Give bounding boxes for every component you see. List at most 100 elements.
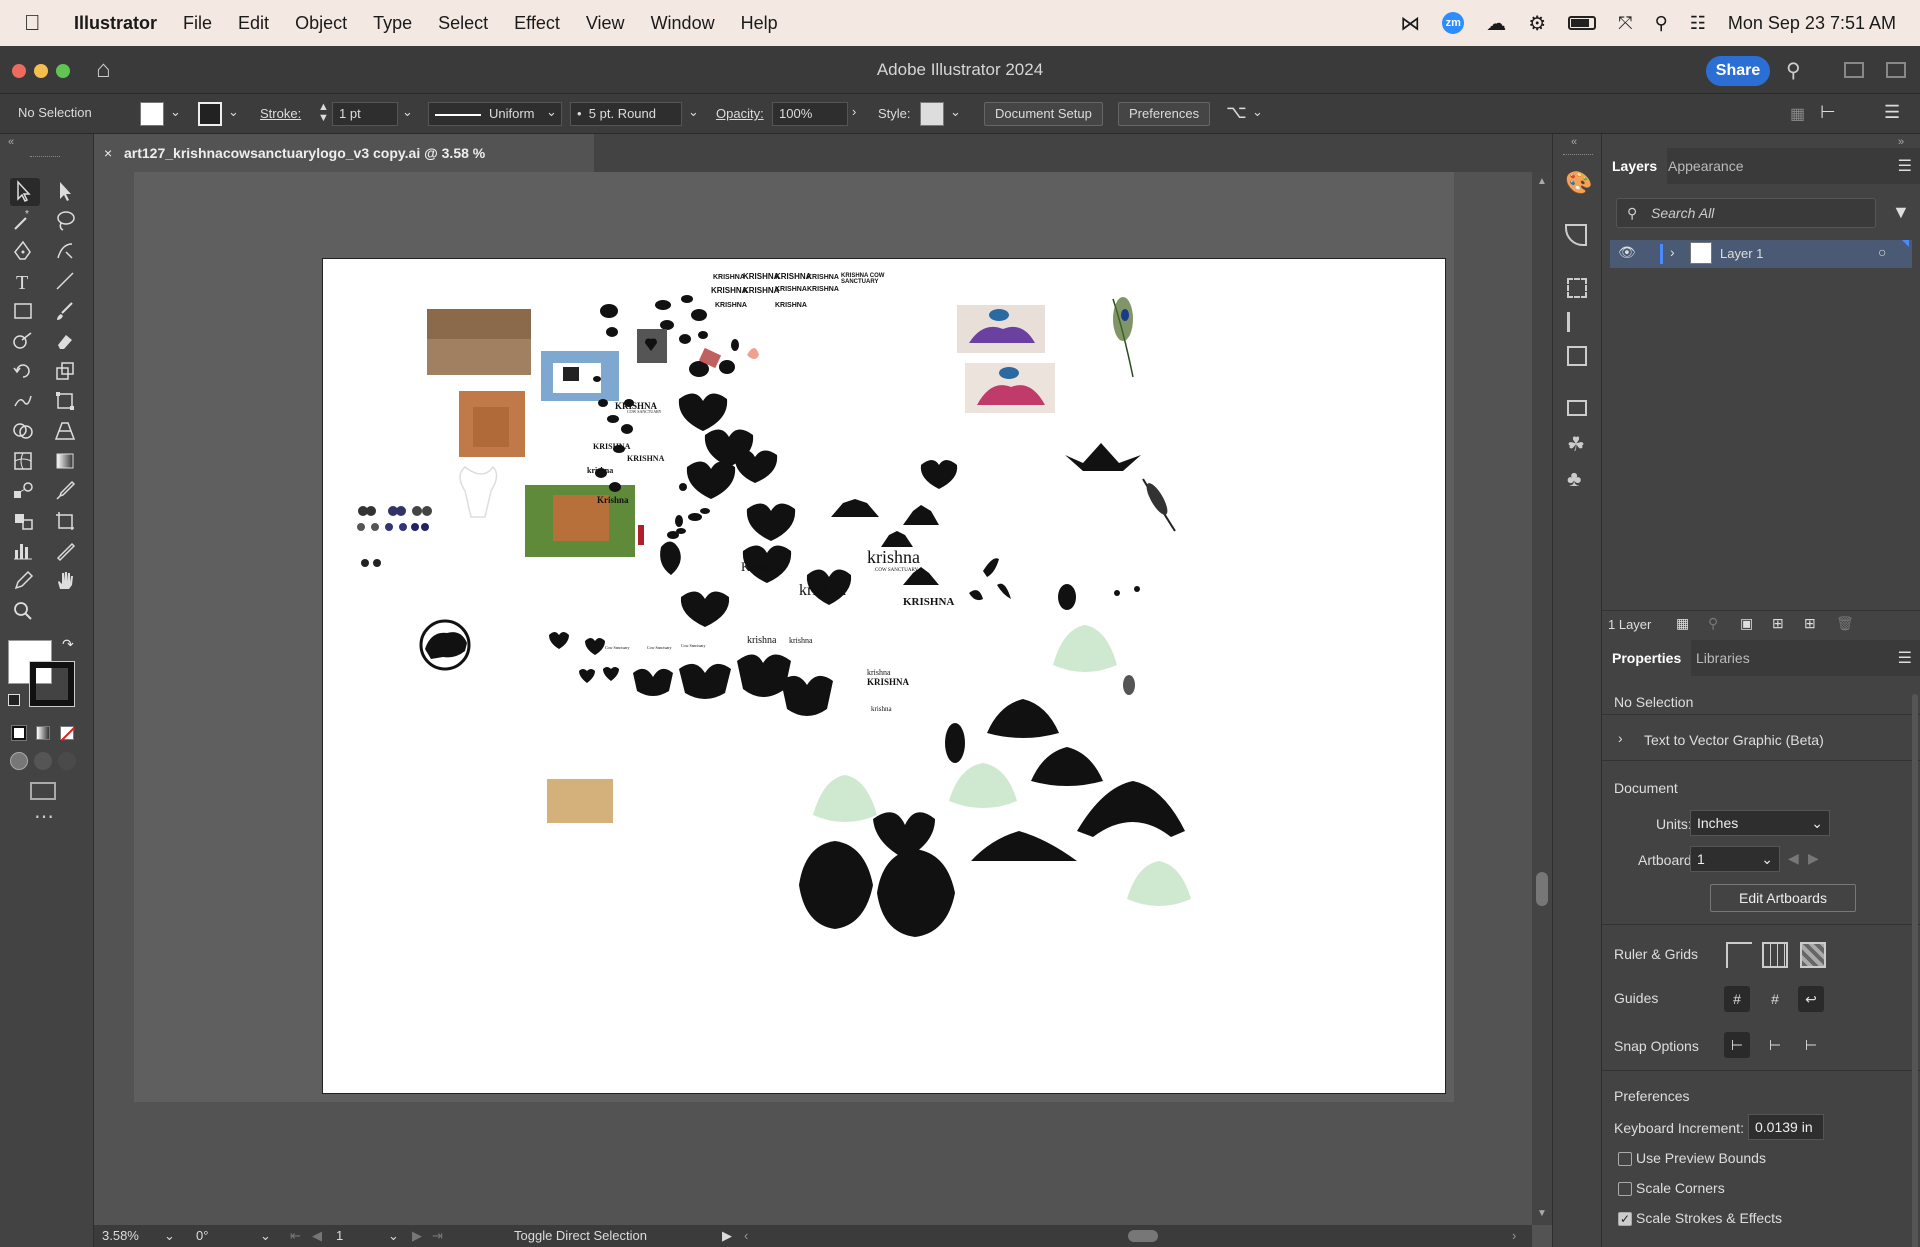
draw-normal-icon[interactable] xyxy=(10,752,28,770)
stroke-color-box[interactable] xyxy=(29,661,75,707)
default-fill-stroke-icon[interactable] xyxy=(8,694,20,706)
pen-tool-icon[interactable] xyxy=(10,238,40,266)
distribute-icon[interactable]: ⊢ xyxy=(1820,102,1836,123)
expand-text-to-vector-chevron-icon[interactable]: › xyxy=(1618,730,1623,746)
layers-panel-menu-icon[interactable]: ☰ xyxy=(1898,156,1912,176)
shape-builder-tool-icon[interactable] xyxy=(10,418,40,446)
scale-corners-checkbox[interactable] xyxy=(1618,1182,1632,1196)
make-clipping-mask-icon[interactable]: ▣ xyxy=(1740,615,1753,632)
snap-to-point-icon[interactable]: ⊢ xyxy=(1724,1032,1750,1058)
clubs-panel-icon[interactable]: ♣ xyxy=(1567,466,1581,492)
prev-artboard-icon[interactable]: ◀ xyxy=(312,1228,322,1244)
stroke-label[interactable]: Stroke: xyxy=(260,106,301,121)
document-setup-button[interactable]: Document Setup xyxy=(984,102,1103,126)
shaper-tool-icon[interactable] xyxy=(10,328,40,356)
magic-wand-tool-icon[interactable]: * xyxy=(10,208,40,236)
transform-panel-icon[interactable] xyxy=(1567,278,1587,298)
keyboard-increment-field[interactable]: 0.0139 in xyxy=(1748,1114,1824,1140)
stroke-swatch[interactable] xyxy=(198,102,222,126)
control-center-icon[interactable]: ☷ xyxy=(1690,13,1706,34)
first-artboard-icon[interactable]: ⇤ xyxy=(290,1228,301,1244)
show-rulers-icon[interactable] xyxy=(1726,942,1752,968)
menu-select[interactable]: Select xyxy=(438,13,488,34)
opacity-label[interactable]: Opacity: xyxy=(716,106,764,121)
locate-object-icon[interactable]: ⚲ xyxy=(1708,615,1718,632)
live-paint-bucket-tool-icon[interactable] xyxy=(10,508,40,536)
free-transform-tool-icon[interactable] xyxy=(52,388,82,416)
scroll-down-arrow-icon[interactable]: ▼ xyxy=(1537,1208,1547,1219)
edit-artboards-button[interactable]: Edit Artboards xyxy=(1710,884,1856,912)
lock-guides-icon[interactable]: ↩ xyxy=(1798,986,1824,1012)
smart-guides-icon[interactable]: # xyxy=(1762,986,1788,1012)
workspace-icon[interactable] xyxy=(1886,62,1906,78)
search-icon[interactable]: ⚲ xyxy=(1786,58,1801,83)
scale-strokes-checkbox[interactable]: ✓ xyxy=(1618,1212,1632,1226)
scale-tool-icon[interactable] xyxy=(52,358,82,386)
rotate-tool-icon[interactable] xyxy=(10,358,40,386)
menu-file[interactable]: File xyxy=(183,13,212,34)
next-artboard-arrow-icon[interactable]: ▶ xyxy=(1808,850,1819,867)
blend-tool-icon[interactable] xyxy=(10,478,40,506)
delete-layer-icon[interactable]: 🗑 xyxy=(1836,615,1854,632)
scroll-up-arrow-icon[interactable]: ▲ xyxy=(1537,176,1547,187)
menu-window[interactable]: Window xyxy=(651,13,715,34)
strip-grip[interactable] xyxy=(1563,154,1593,155)
units-select[interactable]: Inches ⌄ xyxy=(1690,810,1830,836)
align-options-icon[interactable]: ⌥ xyxy=(1226,102,1247,123)
arrange-documents-icon[interactable] xyxy=(1844,62,1864,78)
clock[interactable]: Mon Sep 23 7:51 AM xyxy=(1728,13,1896,34)
layer-row[interactable]: 👁 › Layer 1 ○ xyxy=(1610,240,1912,268)
brightness-icon[interactable]: ⚙ xyxy=(1528,11,1546,36)
preferences-button[interactable]: Preferences xyxy=(1118,102,1211,126)
artboard-chevron-icon[interactable]: ⌄ xyxy=(388,1228,399,1244)
visibility-eye-icon[interactable]: 👁 xyxy=(1618,244,1636,261)
tab-appearance[interactable]: Appearance xyxy=(1658,148,1754,184)
new-layer-icon[interactable]: ⊞ xyxy=(1804,615,1816,632)
edit-toolbar-icon[interactable]: ⋯ xyxy=(34,804,54,829)
document-tab[interactable]: × art127_krishnacowsanctuarylogo_v3 copy… xyxy=(94,134,594,199)
menu-view[interactable]: View xyxy=(586,13,625,34)
scale-strokes-label[interactable]: Scale Strokes & Effects xyxy=(1636,1210,1782,1226)
swap-fill-stroke-icon[interactable]: ↷ xyxy=(62,636,74,653)
filter-icon[interactable]: ▼ xyxy=(1892,202,1910,223)
brush-definition[interactable]: • 5 pt. Round xyxy=(570,102,682,126)
curvature-tool-icon[interactable] xyxy=(52,238,82,266)
lasso-tool-icon[interactable] xyxy=(52,208,82,236)
text-to-vector-section[interactable]: Text to Vector Graphic (Beta) xyxy=(1644,732,1824,748)
h-scroll-right-icon[interactable]: › xyxy=(1512,1228,1516,1243)
none-mode-icon[interactable] xyxy=(60,726,76,742)
swatches-panel-icon[interactable] xyxy=(1567,400,1587,416)
layers-search-input[interactable]: ⚲ Search All xyxy=(1616,198,1876,228)
apple-icon[interactable]:  xyxy=(24,10,48,36)
graphic-style-swatch[interactable] xyxy=(920,102,944,126)
stroke-weight-field[interactable]: 1 pt xyxy=(332,102,398,126)
artboard[interactable]: KRISHNA KRISHNA KRISHNA KRISHNA KRISHNA … xyxy=(322,258,1446,1094)
slice-tool-icon[interactable] xyxy=(52,538,82,566)
opacity-field[interactable]: 100% xyxy=(772,102,848,126)
tab-properties[interactable]: Properties xyxy=(1602,640,1692,676)
eyedropper-tool-icon[interactable] xyxy=(52,478,82,506)
menu-effect[interactable]: Effect xyxy=(514,13,560,34)
spotlight-search-icon[interactable]: ⚲ xyxy=(1655,13,1668,34)
draw-inside-icon[interactable] xyxy=(58,752,76,770)
use-preview-bounds-checkbox[interactable] xyxy=(1618,1152,1632,1166)
pencil-tool-icon[interactable] xyxy=(10,568,40,596)
appearance-panel-icon[interactable] xyxy=(1565,224,1587,246)
zoom-tool-icon[interactable] xyxy=(10,598,40,626)
variable-width-profile[interactable]: Uniform xyxy=(428,102,562,126)
fill-dropdown-chevron-icon[interactable]: ⌄ xyxy=(170,104,181,120)
align-panel-icon[interactable] xyxy=(1567,312,1587,332)
selection-tool-icon[interactable] xyxy=(10,178,40,206)
zoom-chevron-icon[interactable]: ⌄ xyxy=(164,1228,175,1244)
collect-for-export-icon[interactable]: ▦ xyxy=(1676,615,1689,632)
style-chevron-icon[interactable]: ⌄ xyxy=(950,104,961,120)
type-tool-icon[interactable]: T xyxy=(10,268,40,296)
symbols-panel-icon[interactable]: ☘ xyxy=(1567,432,1585,457)
stroke-dropdown-chevron-icon[interactable]: ⌄ xyxy=(228,104,239,120)
layer-target-icon[interactable]: ○ xyxy=(1878,244,1886,260)
stroke-weight-chevron-icon[interactable]: ⌄ xyxy=(402,104,413,120)
artboard-number-field[interactable]: 1 xyxy=(336,1228,343,1243)
line-segment-tool-icon[interactable] xyxy=(52,268,82,296)
wifi-icon[interactable]: ⤧ xyxy=(1618,13,1632,34)
menu-edit[interactable]: Edit xyxy=(238,13,269,34)
